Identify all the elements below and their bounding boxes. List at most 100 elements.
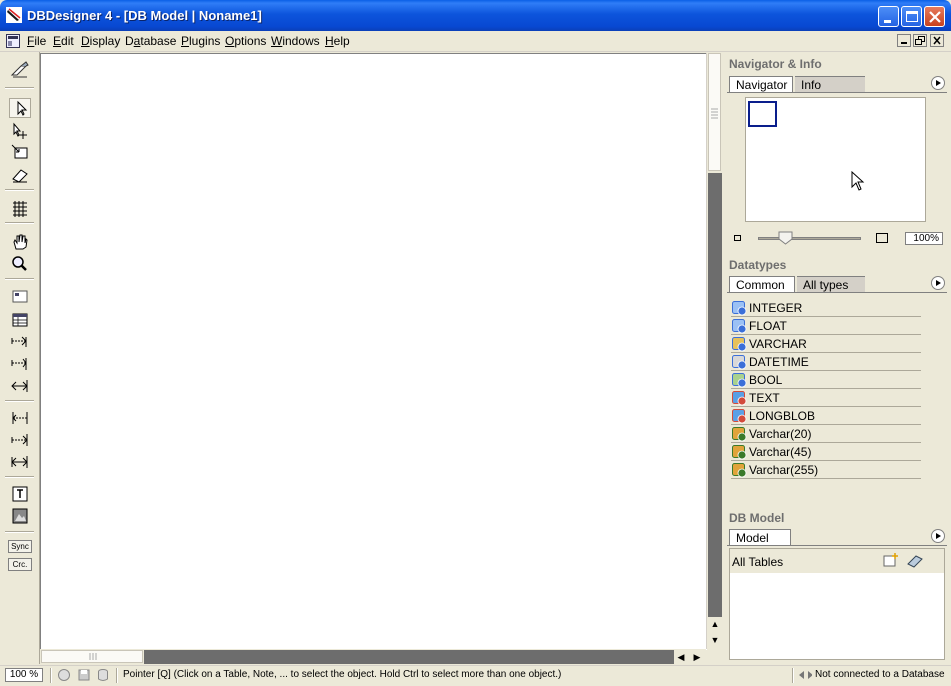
tool-palette: Sync Crc. — [0, 52, 40, 664]
move-icon[interactable] — [9, 121, 31, 141]
datatype-item[interactable]: Varchar(20) — [731, 425, 921, 443]
scroll-up-button[interactable]: ▲ — [708, 617, 722, 631]
app-icon — [6, 7, 22, 23]
scroll-down-button[interactable]: ▼ — [708, 633, 722, 647]
vertical-scroll-thumb[interactable] — [708, 53, 721, 171]
datatype-label: LONGBLOB — [749, 409, 816, 423]
blob-type-icon — [732, 391, 747, 406]
panel-menu-button[interactable] — [931, 76, 945, 90]
image-icon[interactable] — [9, 506, 31, 526]
minimize-button[interactable] — [878, 6, 899, 27]
datatype-label: VARCHAR — [749, 337, 807, 351]
title-bar[interactable]: DBDesigner 4 - [DB Model | Noname1] — [0, 0, 951, 31]
work-mode-icon[interactable] — [9, 60, 31, 80]
toolbar-separator — [5, 400, 34, 402]
mdi-restore-button[interactable] — [913, 34, 927, 47]
tab-model[interactable]: Model — [729, 529, 791, 545]
horizontal-scroll-track[interactable] — [144, 650, 674, 664]
scroll-left-button[interactable]: ◀ — [674, 650, 688, 664]
vertical-scrollbar[interactable]: ▲ ▼ — [706, 53, 723, 649]
horizontal-scroll-thumb[interactable] — [41, 650, 143, 663]
relation-11-icon[interactable] — [9, 408, 31, 428]
eraser-icon[interactable] — [9, 165, 31, 185]
relation-11-sub-icon[interactable] — [9, 430, 31, 450]
table-icon[interactable] — [9, 310, 31, 330]
tree-root-label[interactable]: All Tables — [732, 555, 783, 569]
menu-help[interactable]: Help — [325, 34, 350, 48]
bool-type-icon — [732, 373, 747, 388]
new-table-icon[interactable] — [882, 552, 900, 568]
tab-info[interactable]: Info — [795, 76, 865, 92]
relation-1n-icon[interactable] — [9, 332, 31, 352]
zoom-value-field[interactable]: 100% — [905, 232, 943, 245]
region-icon[interactable] — [9, 287, 31, 307]
datatypes-tabs: Common All types — [727, 276, 947, 293]
vertical-scroll-track[interactable] — [708, 173, 722, 617]
database-icon — [98, 669, 108, 681]
menu-file[interactable]: File — [27, 34, 46, 48]
menu-options[interactable]: Options — [225, 34, 266, 48]
eraser-icon[interactable] — [905, 552, 925, 568]
datatype-item[interactable]: LONGBLOB — [731, 407, 921, 425]
note-icon[interactable] — [9, 484, 31, 504]
zoom-out-icon[interactable] — [734, 235, 741, 241]
mdi-minimize-button[interactable] — [897, 34, 911, 47]
datatype-label: DATETIME — [749, 355, 809, 369]
status-zoom: 100 % — [5, 668, 43, 682]
crc-button[interactable]: Crc. — [8, 558, 32, 571]
datatype-item[interactable]: FLOAT — [731, 317, 921, 335]
model-canvas[interactable] — [40, 53, 707, 650]
navigator-viewport[interactable] — [748, 101, 777, 127]
sync-button[interactable]: Sync — [8, 540, 32, 553]
navigator-preview[interactable] — [745, 97, 926, 222]
pointer-tool-button[interactable] — [9, 98, 31, 118]
minimize-icon — [884, 20, 891, 23]
datatype-item[interactable]: INTEGER — [731, 299, 921, 317]
datatype-item[interactable]: VARCHAR — [731, 335, 921, 353]
tab-all-types[interactable]: All types — [797, 276, 865, 292]
close-button[interactable] — [924, 6, 945, 27]
mdi-close-button[interactable] — [930, 34, 944, 47]
datatype-item[interactable]: Varchar(255) — [731, 461, 921, 479]
menu-edit[interactable]: Edit — [53, 34, 74, 48]
relation-11-nonid-icon[interactable] — [9, 452, 31, 472]
maximize-button[interactable] — [901, 6, 922, 27]
panel-menu-button[interactable] — [931, 529, 945, 543]
datatype-label: INTEGER — [749, 301, 803, 315]
menu-bar: File Edit Display Database Plugins Optio… — [0, 31, 951, 52]
menu-database[interactable]: Database — [125, 34, 176, 48]
navigator-panel-title: Navigator & Info — [729, 57, 822, 71]
grid-icon[interactable] — [9, 198, 31, 218]
zoom-in-icon[interactable] — [876, 233, 888, 243]
globe-icon — [58, 669, 70, 681]
tab-common[interactable]: Common — [729, 276, 795, 292]
zoom-slider-thumb[interactable] — [778, 231, 793, 245]
datatype-label: Varchar(255) — [749, 463, 819, 477]
save-icon — [78, 669, 90, 681]
datatype-item[interactable]: Varchar(45) — [731, 443, 921, 461]
model-tree[interactable]: All Tables — [729, 548, 945, 660]
grip-icon — [711, 108, 718, 119]
zoom-slider[interactable] — [758, 237, 861, 240]
panel-menu-button[interactable] — [931, 276, 945, 290]
datatype-item[interactable]: TEXT — [731, 389, 921, 407]
datatype-item[interactable]: BOOL — [731, 371, 921, 389]
datatype-item[interactable]: DATETIME — [731, 353, 921, 371]
tab-navigator[interactable]: Navigator — [729, 76, 793, 92]
datatype-label: FLOAT — [749, 319, 787, 333]
zoom-icon[interactable] — [9, 254, 31, 274]
menu-plugins[interactable]: Plugins — [181, 34, 220, 48]
maximize-icon — [906, 11, 918, 22]
scroll-right-button[interactable]: ▶ — [690, 650, 704, 664]
menu-windows[interactable]: Windows — [271, 34, 320, 48]
relation-1n-sub-icon[interactable] — [9, 354, 31, 374]
scale-icon[interactable] — [9, 143, 31, 163]
string-type-icon — [732, 337, 747, 352]
relation-nm-icon[interactable] — [9, 376, 31, 396]
blob-type-icon — [732, 409, 747, 424]
horizontal-scrollbar[interactable]: ◀ ▶ — [40, 649, 706, 665]
menu-display[interactable]: Display — [81, 34, 120, 48]
document-icon[interactable] — [6, 34, 20, 48]
hand-icon[interactable] — [9, 232, 31, 252]
close-icon — [933, 36, 941, 45]
